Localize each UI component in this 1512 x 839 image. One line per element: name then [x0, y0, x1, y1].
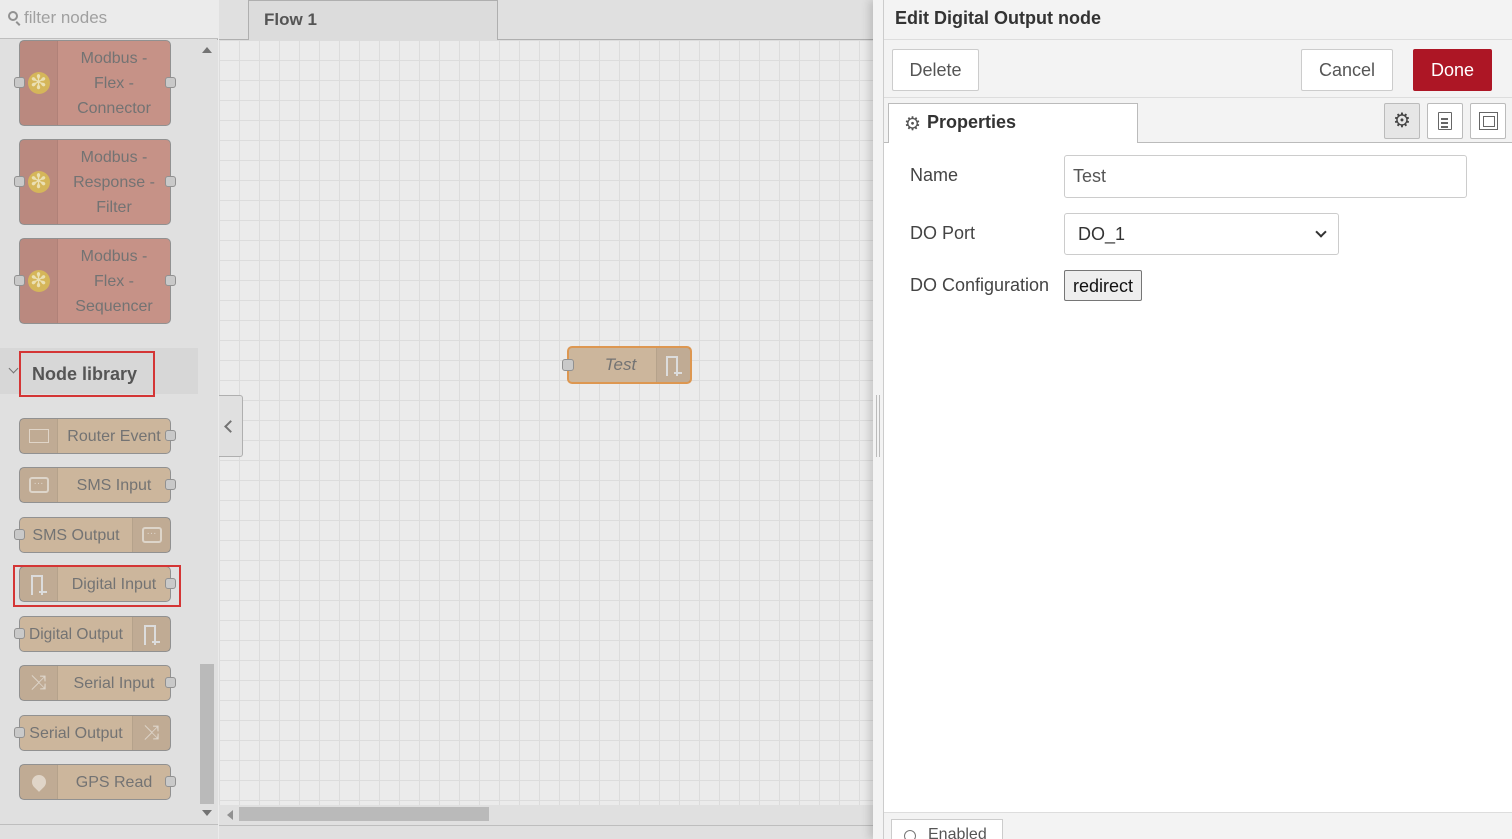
frame-icon — [1479, 112, 1498, 130]
tray-footer: Enabled — [884, 812, 1512, 839]
enabled-toggle[interactable]: Enabled — [891, 819, 1003, 839]
tray-toolbar: Delete Cancel Done — [884, 40, 1512, 98]
delete-button[interactable]: Delete — [892, 49, 979, 91]
do-port-label: DO Port — [910, 223, 976, 243]
editor-dim-overlay — [0, 0, 873, 839]
do-port-value: DO_1 — [1078, 224, 1126, 244]
tray-tabs: ⚙ Properties ⚙ — [884, 98, 1512, 144]
tab-properties[interactable]: ⚙ Properties — [888, 103, 1138, 144]
gear-icon: ⚙ — [904, 114, 922, 135]
chevron-down-icon — [1315, 226, 1327, 238]
appearance-tab[interactable] — [1470, 103, 1506, 139]
toggle-circle-icon — [904, 830, 916, 839]
do-port-select[interactable]: DO_1 — [1064, 213, 1339, 255]
resize-grip-icon — [876, 395, 880, 457]
name-input[interactable] — [1064, 155, 1467, 198]
tray-resize-handle[interactable] — [873, 0, 884, 839]
enabled-label: Enabled — [928, 826, 987, 839]
document-icon — [1438, 112, 1452, 130]
node-settings-tab[interactable]: ⚙ — [1384, 103, 1420, 139]
tab-properties-label: Properties — [927, 112, 1017, 132]
gear-icon: ⚙ — [1393, 110, 1411, 132]
do-configuration-label: DO Configuration — [910, 275, 1050, 295]
description-tab[interactable] — [1427, 103, 1463, 139]
properties-form: Name DO Port DO_1 DO Configuration redir… — [884, 143, 1512, 813]
done-button[interactable]: Done — [1413, 49, 1492, 91]
redirect-button[interactable]: redirect — [1064, 270, 1142, 301]
name-label: Name — [910, 165, 959, 185]
tray-title: Edit Digital Output node — [884, 0, 1512, 40]
cancel-button[interactable]: Cancel — [1301, 49, 1393, 91]
